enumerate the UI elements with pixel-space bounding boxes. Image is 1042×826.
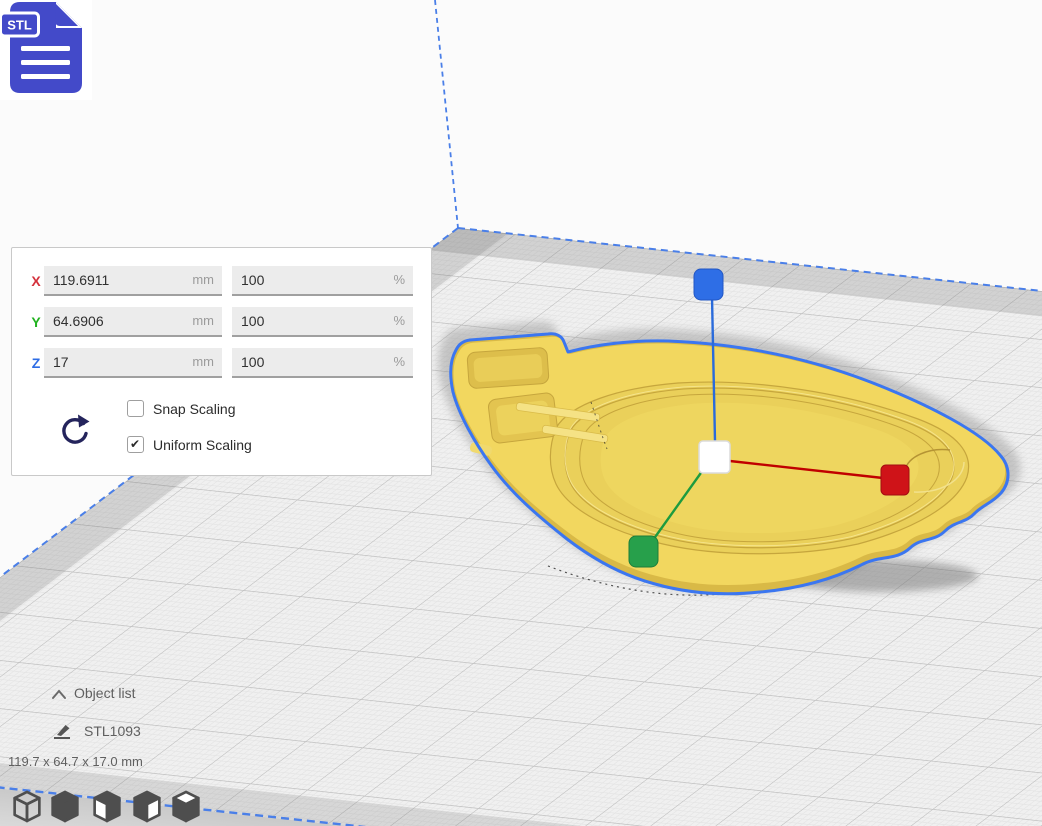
scale-handle-y[interactable] <box>629 536 658 567</box>
reset-scale-button[interactable] <box>58 412 94 448</box>
x-size-unit: mm <box>192 266 214 294</box>
scale-handle-center[interactable] <box>699 441 730 473</box>
stl-document-icon: STL <box>0 0 92 100</box>
x-axis-label: X <box>28 266 44 296</box>
y-percent-field: % <box>232 307 413 337</box>
z-size-field: mm <box>44 348 222 378</box>
stl-badge-label: STL <box>7 18 32 33</box>
model-dimensions-label: 119.7 x 64.7 x 17.0 mm <box>8 752 143 772</box>
model-dimensions: 119.7 x 64.7 x 17.0 mm <box>0 752 260 772</box>
reset-rotate-ccw-icon <box>58 412 94 448</box>
chevron-up-icon <box>50 687 68 705</box>
object-list-toggle[interactable]: Object list <box>0 683 260 703</box>
snap-scaling-label: Snap Scaling <box>153 400 236 418</box>
x-size-field: mm <box>44 266 222 296</box>
3d-view-cube-icon <box>12 786 42 826</box>
y-percent-unit: % <box>393 307 405 335</box>
scale-row-y: Y mm % <box>12 307 431 337</box>
front-view-button[interactable] <box>50 786 80 826</box>
top-view-button[interactable] <box>92 786 122 826</box>
x-percent-input[interactable] <box>232 266 413 294</box>
y-percent-input[interactable] <box>232 307 413 335</box>
x-percent-unit: % <box>393 266 405 294</box>
z-axis-label: Z <box>28 348 44 378</box>
z-percent-unit: % <box>393 348 405 376</box>
right-side-view-cube-icon <box>171 786 201 826</box>
right-side-view-button[interactable] <box>171 786 201 826</box>
scale-row-z: Z mm % <box>12 348 431 378</box>
z-percent-field: % <box>232 348 413 378</box>
z-percent-input[interactable] <box>232 348 413 376</box>
snap-scaling-checkbox[interactable] <box>127 400 144 417</box>
object-item-name: STL1093 <box>84 721 141 741</box>
x-percent-field: % <box>232 266 413 296</box>
application-window: STL X mm % Y mm % <box>0 0 1042 826</box>
front-view-cube-icon <box>50 786 80 826</box>
y-axis-label: Y <box>28 307 44 337</box>
pencil-icon <box>52 723 72 745</box>
y-size-unit: mm <box>192 307 214 335</box>
scale-handle-z[interactable] <box>694 269 723 300</box>
object-list-item[interactable]: STL1093 <box>0 721 260 741</box>
left-side-view-cube-icon <box>132 786 162 826</box>
scale-row-x: X mm % <box>12 266 431 296</box>
y-size-field: mm <box>44 307 222 337</box>
uniform-scaling-label: Uniform Scaling <box>153 436 252 454</box>
stl-file-icon: STL <box>0 0 92 100</box>
scale-handle-x[interactable] <box>881 465 909 495</box>
z-size-unit: mm <box>192 348 214 376</box>
scale-tool-panel: X mm % Y mm % Z mm <box>11 247 432 476</box>
3d-view-button[interactable] <box>12 786 42 826</box>
uniform-scaling-checkbox[interactable] <box>127 436 144 453</box>
left-side-view-button[interactable] <box>132 786 162 826</box>
object-list-label: Object list <box>74 683 135 703</box>
top-view-cube-icon <box>92 786 122 826</box>
